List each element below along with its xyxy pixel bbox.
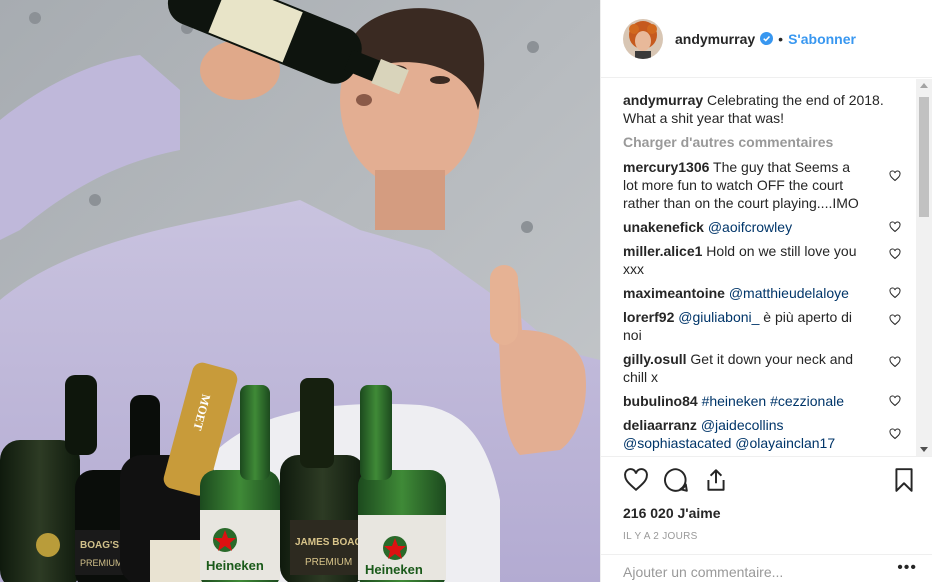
comment-mention[interactable]: @giuliaboni_	[678, 309, 759, 325]
verified-badge-icon	[760, 32, 774, 45]
comments-list: andymurray Celebrating the end of 2018. …	[601, 79, 917, 456]
comment-username[interactable]: mercury1306	[623, 159, 709, 175]
james-boag-premium-label: PREMIUM	[305, 557, 352, 568]
comment-mention[interactable]: @matthieudelaloye	[729, 285, 849, 301]
comments-scrollbar[interactable]	[916, 79, 932, 456]
comment-mention[interactable]: @sophiastacated	[623, 435, 731, 451]
comment-item: miller.alice1 Hold on we still love you …	[623, 242, 901, 278]
comment-mention[interactable]: @olayainclan17	[735, 435, 835, 451]
comment-username[interactable]: unakenefick	[623, 219, 704, 235]
scroll-up-arrow-icon[interactable]	[920, 83, 928, 88]
comment-item: deliaarranz @jaidecollins @sophiastacate…	[623, 416, 901, 452]
post-photo[interactable]: BOAG'S PREMIUM MOET Heineken JAMES BOAG'…	[0, 0, 600, 582]
heart-icon[interactable]	[889, 221, 901, 233]
likes-count[interactable]: 216 020 J'aime	[623, 505, 917, 521]
post-timestamp[interactable]: Il y a 2 jours	[623, 531, 917, 542]
post-caption: andymurray Celebrating the end of 2018. …	[623, 91, 901, 127]
heart-icon[interactable]	[889, 287, 901, 299]
comment-username[interactable]: maximeantoine	[623, 285, 725, 301]
comment-item: maximeantoine @matthieudelaloye	[623, 284, 901, 302]
comment-mention[interactable]: @aoifcrowley	[708, 219, 792, 235]
post-header: andymurray • S'abonner	[601, 0, 932, 78]
comment-username[interactable]: bubulino84	[623, 393, 698, 409]
heineken-label-1: Heineken	[206, 558, 264, 573]
comment-username[interactable]: gilly.osull	[623, 351, 687, 367]
boags-premium-label: PREMIUM	[80, 558, 123, 568]
separator-dot: •	[778, 30, 784, 47]
heart-icon[interactable]	[889, 170, 901, 182]
comment-username[interactable]: miller.alice1	[623, 243, 702, 259]
comment-icon[interactable]	[663, 467, 689, 493]
heineken-label-2: Heineken	[365, 562, 423, 577]
avatar-image	[623, 18, 663, 59]
comment-item: mercury1306 The guy that Seems a lot mor…	[623, 158, 901, 212]
comment-mention[interactable]: @jaidecollins	[701, 417, 784, 433]
scrollbar-thumb[interactable]	[919, 97, 929, 217]
caption-username[interactable]: andymurray	[623, 92, 703, 108]
more-options-icon[interactable]: •••	[897, 560, 917, 582]
comment-hashtag[interactable]: #cezzionale	[770, 393, 844, 409]
heart-icon[interactable]	[889, 428, 901, 440]
author-username[interactable]: andymurray	[675, 31, 755, 47]
follow-button[interactable]: S'abonner	[788, 31, 856, 47]
add-comment-bar: •••	[601, 554, 932, 582]
photo-illustration: BOAG'S PREMIUM MOET Heineken JAMES BOAG'…	[0, 0, 600, 582]
avatar[interactable]	[623, 18, 663, 59]
boags-label: BOAG'S	[80, 540, 119, 551]
comment-username[interactable]: lorerf92	[623, 309, 674, 325]
add-comment-input[interactable]	[623, 561, 898, 582]
bookmark-icon[interactable]	[891, 467, 917, 493]
instagram-post: BOAG'S PREMIUM MOET Heineken JAMES BOAG'…	[0, 0, 932, 582]
heart-icon[interactable]	[889, 248, 901, 260]
post-side-panel: andymurray • S'abonner andymurray Celebr…	[600, 0, 932, 582]
comment-username[interactable]: deliaarranz	[623, 417, 697, 433]
heart-icon[interactable]	[889, 356, 901, 368]
action-icons	[623, 465, 917, 495]
share-icon[interactable]	[703, 467, 729, 493]
post-actions: 216 020 J'aime Il y a 2 jours	[601, 456, 932, 542]
comment-item: lorerf92 @giuliaboni_ è più aperto di no…	[623, 308, 901, 344]
comment-item: unakenefick @aoifcrowley	[623, 218, 901, 236]
bottles-row: BOAG'S PREMIUM MOET Heineken JAMES BOAG'…	[0, 362, 446, 582]
comment-item: gilly.osull Get it down your neck and ch…	[623, 350, 901, 386]
comment-item: bubulino84 #heineken #cezzionale	[623, 392, 901, 410]
heart-icon[interactable]	[889, 395, 901, 407]
like-heart-icon[interactable]	[623, 467, 649, 493]
heart-icon[interactable]	[889, 314, 901, 326]
scroll-down-arrow-icon[interactable]	[920, 447, 928, 452]
comment-hashtag[interactable]: #heineken	[702, 393, 767, 409]
load-more-comments-button[interactable]: Charger d'autres commentaires	[623, 134, 901, 150]
